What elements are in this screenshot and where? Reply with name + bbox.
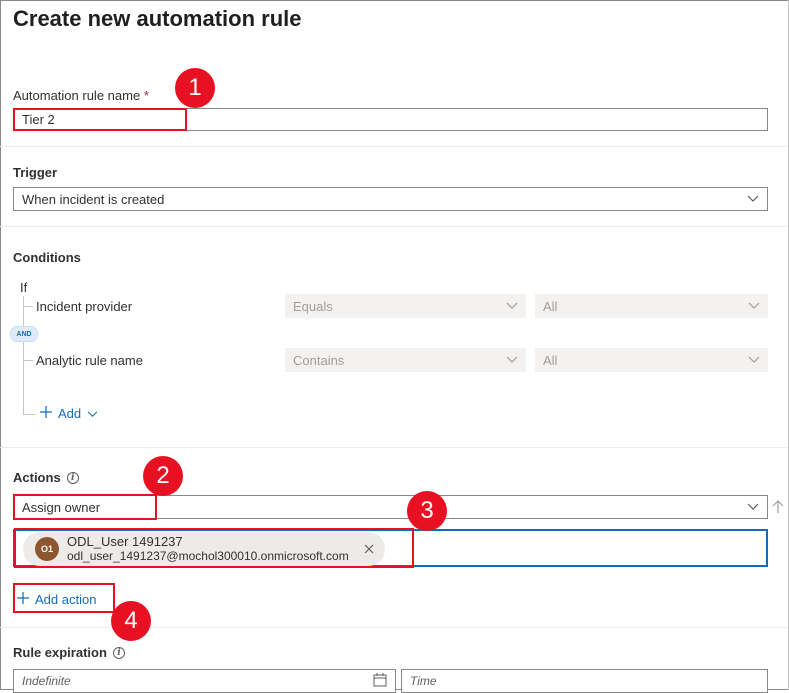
divider <box>0 226 787 227</box>
condition-operator-dropdown[interactable]: Contains <box>285 348 526 372</box>
tree-line <box>23 296 24 414</box>
tree-branch <box>23 414 35 415</box>
divider <box>0 447 787 448</box>
chevron-down-icon <box>498 302 526 310</box>
page-title: Create new automation rule <box>13 6 302 31</box>
add-condition-label: Add <box>58 406 82 421</box>
callout-badge-3: 3 <box>407 491 447 531</box>
condition-value: All <box>543 298 558 314</box>
move-up-icon[interactable] <box>772 500 784 519</box>
callout-box-1 <box>13 108 187 131</box>
actions-label: Actions i <box>13 470 79 485</box>
condition-operator-value: Equals <box>293 298 333 314</box>
condition-value-dropdown[interactable]: All <box>535 348 768 372</box>
expiration-time-input[interactable]: Time <box>401 669 768 693</box>
chevron-down-icon <box>739 503 767 511</box>
condition-value: All <box>543 352 558 368</box>
chevron-down-icon <box>498 356 526 364</box>
chevron-down-icon <box>740 356 768 364</box>
conditions-label: Conditions <box>13 250 81 265</box>
date-placeholder: Indefinite <box>22 674 71 688</box>
trigger-dropdown[interactable]: When incident is created <box>13 187 768 211</box>
plus-icon <box>40 406 52 421</box>
condition-field-label: Incident provider <box>36 299 133 314</box>
callout-badge-4: 4 <box>111 601 151 641</box>
calendar-icon[interactable] <box>373 672 387 690</box>
time-placeholder: Time <box>410 674 437 688</box>
callout-badge-1: 1 <box>175 68 215 108</box>
condition-field-label: Analytic rule name <box>36 353 143 368</box>
condition-operator-value: Contains <box>293 352 345 368</box>
callout-box-3 <box>14 528 414 568</box>
tree-branch <box>23 360 33 361</box>
if-label: If <box>20 280 28 295</box>
callout-box-4 <box>13 583 115 613</box>
tree-branch <box>23 306 33 307</box>
panel-frame <box>0 0 789 690</box>
chevron-down-icon <box>87 406 98 421</box>
condition-value-dropdown[interactable]: All <box>535 294 768 318</box>
and-badge: AND <box>10 326 38 342</box>
required-mark: * <box>143 88 149 103</box>
callout-badge-2: 2 <box>143 456 183 496</box>
info-icon[interactable]: i <box>112 646 125 659</box>
chevron-down-icon <box>739 195 767 203</box>
rule-expiration-label: Rule expiration i <box>13 645 125 660</box>
expiration-date-input[interactable]: Indefinite <box>13 669 396 693</box>
add-condition-button[interactable]: Add <box>40 406 98 421</box>
trigger-label: Trigger <box>13 165 58 180</box>
info-icon[interactable]: i <box>66 471 79 484</box>
rule-name-label: Automation rule name * <box>13 88 149 103</box>
chevron-down-icon <box>740 302 768 310</box>
callout-box-2 <box>13 494 157 520</box>
divider <box>0 146 787 147</box>
trigger-value: When incident is created <box>22 191 165 207</box>
condition-operator-dropdown[interactable]: Equals <box>285 294 526 318</box>
